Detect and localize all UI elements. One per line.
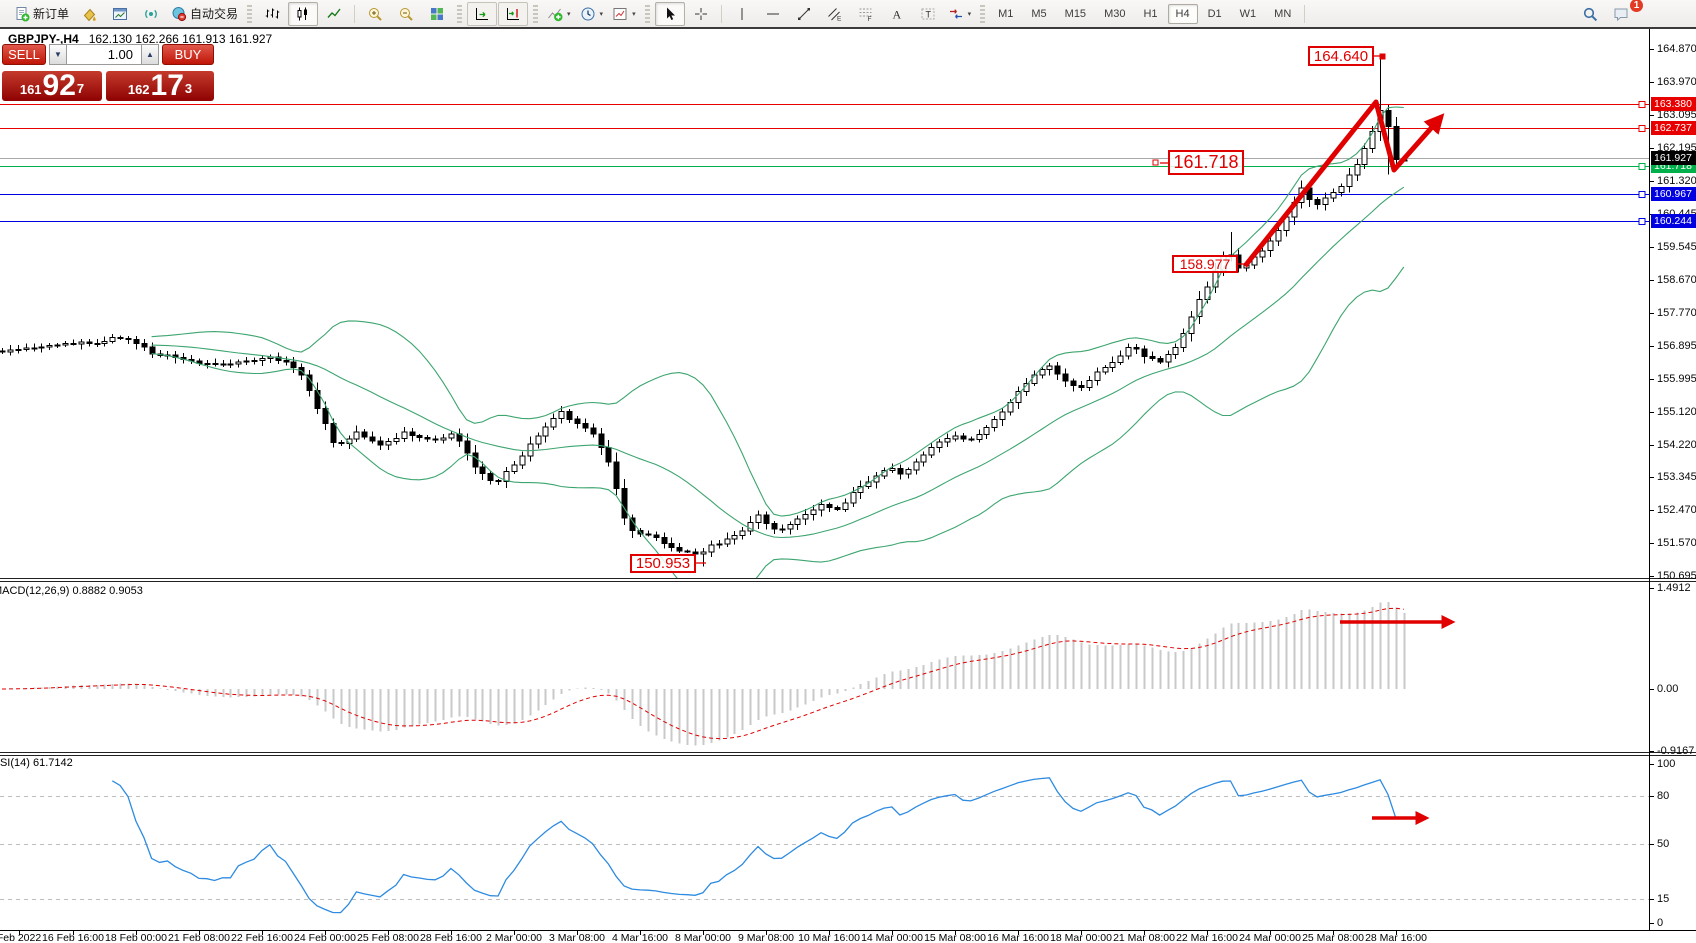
price-level-label-160.967: 160.967 [1651,187,1696,201]
time-tick: 25 Feb 08:00 [357,932,419,943]
time-tick: 16 Mar 16:00 [987,932,1049,943]
price-tick-156.895: 156.895 [1657,340,1696,352]
macd-tick-1.4912: 1.4912 [1657,582,1691,594]
volume-increase-button[interactable]: ▲ [142,44,159,65]
price-tick-155.995: 155.995 [1657,373,1696,385]
sell-price-base: 161 [20,80,42,100]
sell-button[interactable]: SELL [2,44,46,65]
time-tick: 22 Feb 16:00 [231,932,293,943]
rsi-tick-0: 0 [1657,917,1663,929]
annotation-price-label-161.718[interactable]: 161.718 [1168,150,1244,175]
buy-price-point: 3 [185,71,192,107]
macd-histogram [3,602,1405,745]
trend-zigzag-arrow [1245,102,1441,266]
price-tick-151.570: 151.570 [1657,537,1696,549]
price-tick-161.320: 161.320 [1657,175,1696,187]
rsi-line [112,778,1404,913]
chart-frame [0,27,1696,935]
buy-price-display[interactable]: 162173 [106,71,214,101]
rsi-panel-gridlines [0,797,1649,900]
sell-price-pips: 92 [43,72,76,100]
price-tick-159.545: 159.545 [1657,241,1696,253]
price-tick-155.120: 155.120 [1657,406,1696,418]
time-tick: 24 Feb 00:00 [294,932,356,943]
price-tick-154.220: 154.220 [1657,439,1696,451]
price-tick-150.695: 150.695 [1657,570,1696,582]
time-tick: 25 Mar 08:00 [1302,932,1364,943]
time-tick: 18 Mar 00:00 [1050,932,1112,943]
time-tick: 24 Mar 00:00 [1239,932,1301,943]
time-tick: 4 Mar 16:00 [612,932,668,943]
rsi-indicator-label: RSI(14) 61.7142 [0,757,73,769]
sell-price-display[interactable]: 161927 [2,71,102,101]
annotation-price-label-164.640[interactable]: 164.640 [1308,46,1374,66]
macd-tick--0.9167: -0.9167 [1657,745,1694,757]
chart-canvas [0,0,1696,943]
price-tick-157.770: 157.770 [1657,307,1696,319]
rsi-tick-50: 50 [1657,838,1669,850]
time-tick: Feb 2022 [0,932,41,943]
current-price-label: 161.927 [1651,151,1696,165]
volume-input[interactable] [66,44,142,65]
volume-decrease-button[interactable]: ▼ [49,44,66,65]
buy-price-base: 162 [128,80,150,100]
buy-price-pips: 17 [151,72,184,100]
trend-annotations[interactable] [696,54,1452,818]
price-level-label-163.380: 163.380 [1651,97,1696,111]
annotation-price-label-158.977[interactable]: 158.977 [1172,255,1238,273]
sell-price-point: 7 [77,71,84,107]
time-tick: 22 Mar 16:00 [1176,932,1238,943]
time-tick: 28 Mar 16:00 [1365,932,1427,943]
price-tick-153.345: 153.345 [1657,471,1696,483]
mt4-window: 新订单自动交易▾▾▾EFAT▾M1M5M15M30H1H4D1W1MN1 GBP… [0,0,1696,943]
time-tick: 21 Feb 08:00 [168,932,230,943]
annotation-price-label-150.953[interactable]: 150.953 [630,554,696,573]
price-tick-152.470: 152.470 [1657,504,1696,516]
time-tick: 28 Feb 16:00 [420,932,482,943]
bollinger-bands [152,107,1404,607]
time-tick: 18 Feb 00:00 [105,932,167,943]
time-tick: 16 Feb 16:00 [42,932,104,943]
time-tick: 3 Mar 08:00 [549,932,605,943]
time-tick: 14 Mar 00:00 [861,932,923,943]
price-tick-158.670: 158.670 [1657,274,1696,286]
macd-indicator-label: MACD(12,26,9) 0.8882 0.9053 [0,585,143,597]
macd-tick-0.00: 0.00 [1657,683,1678,695]
time-tick: 21 Mar 08:00 [1113,932,1175,943]
candlestick-series [0,58,1407,567]
rsi-tick-100: 100 [1657,758,1675,770]
price-tick-164.870: 164.870 [1657,43,1696,55]
buy-button[interactable]: BUY [162,44,214,65]
time-tick: 9 Mar 08:00 [738,932,794,943]
price-level-label-162.737: 162.737 [1651,121,1696,135]
time-tick: 15 Mar 08:00 [924,932,986,943]
time-tick: 10 Mar 16:00 [798,932,860,943]
time-tick: 8 Mar 00:00 [675,932,731,943]
time-tick: 2 Mar 00:00 [486,932,542,943]
price-tick-163.970: 163.970 [1657,76,1696,88]
price-level-label-160.244: 160.244 [1651,214,1696,228]
rsi-tick-80: 80 [1657,790,1669,802]
rsi-tick-15: 15 [1657,893,1669,905]
